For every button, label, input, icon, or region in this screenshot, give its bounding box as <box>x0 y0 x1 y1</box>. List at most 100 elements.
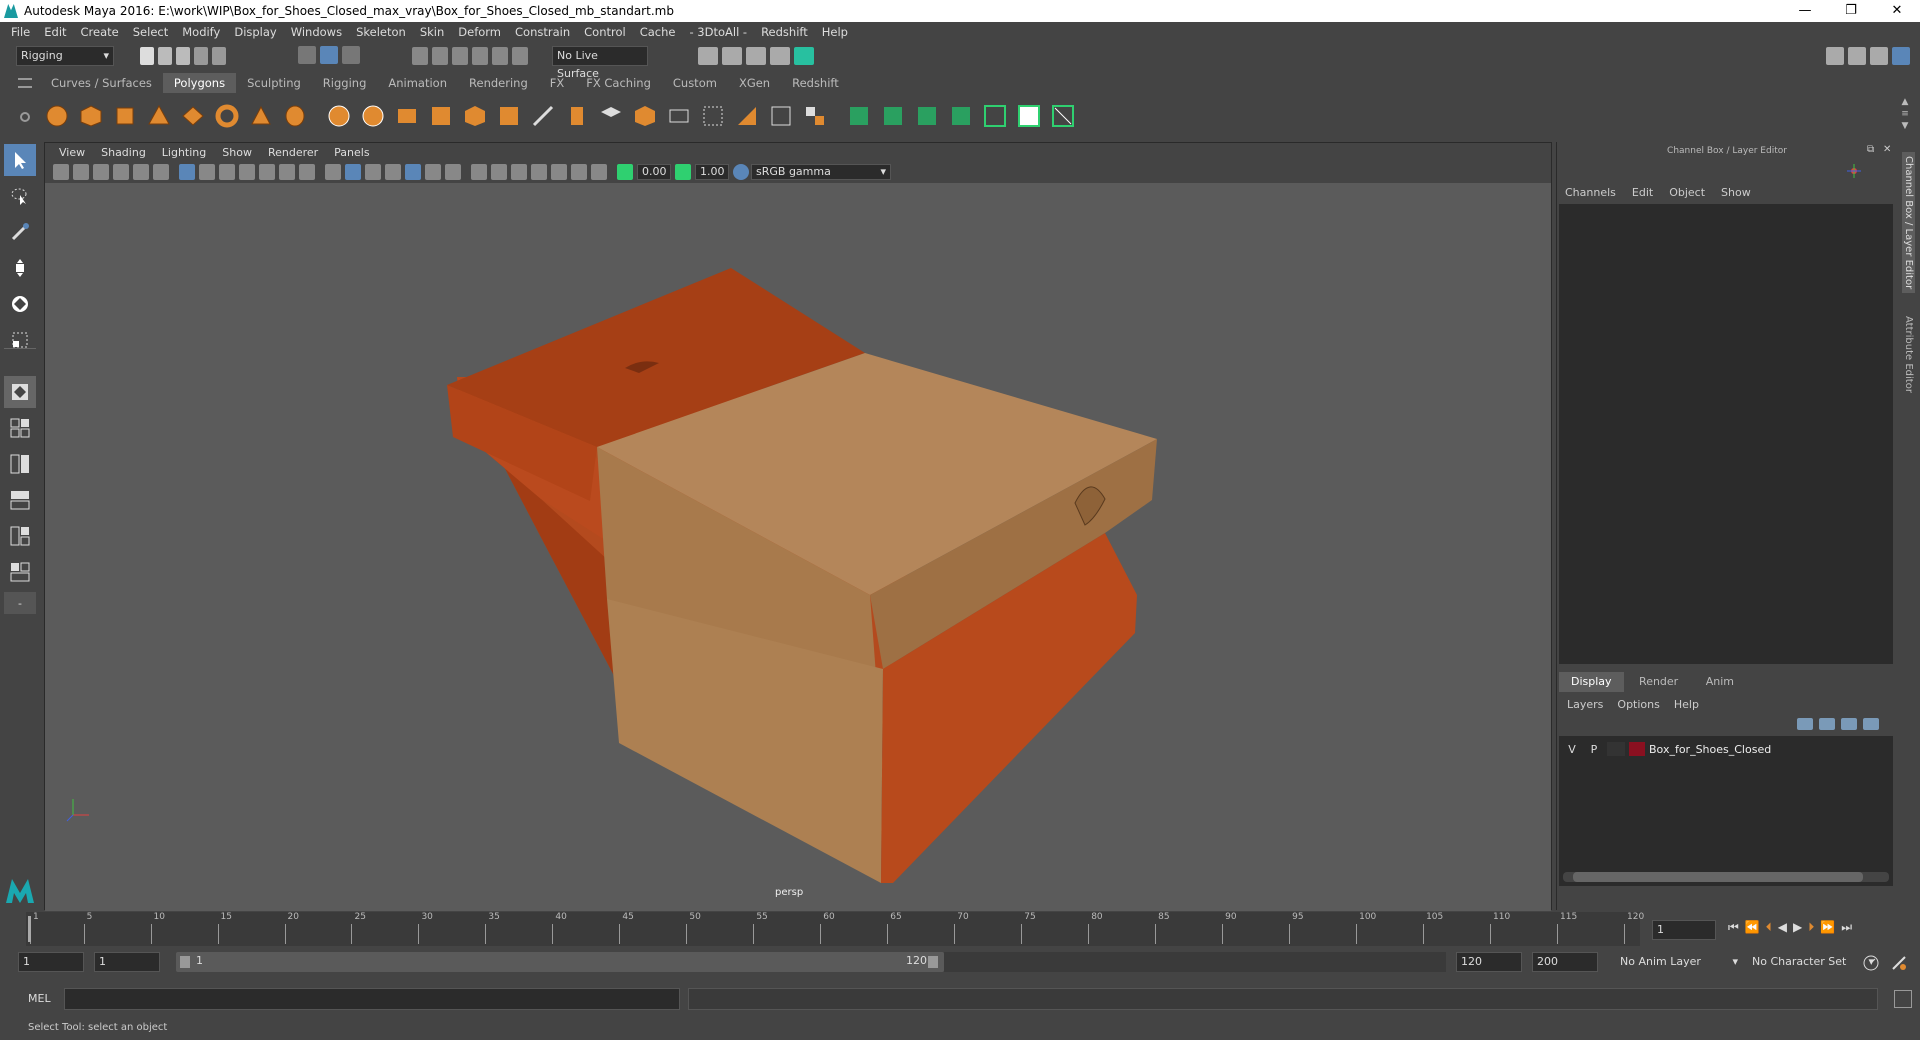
use-all-lights-icon[interactable] <box>405 164 421 180</box>
go-to-start-icon[interactable]: ⏮ <box>1728 920 1739 935</box>
viewport-menu-show[interactable]: Show <box>214 146 260 159</box>
persp-graph-layout-icon[interactable] <box>4 484 36 516</box>
wedge-icon[interactable] <box>766 101 796 131</box>
xray-active-icon[interactable] <box>591 164 607 180</box>
select-object-icon[interactable] <box>320 46 338 64</box>
step-back-frame-icon[interactable]: ⏴ <box>1766 920 1772 935</box>
uv-unfold-icon[interactable] <box>980 101 1010 131</box>
menu-help[interactable]: Help <box>815 25 855 39</box>
step-back-key-icon[interactable]: ⏪ <box>1745 920 1760 935</box>
shelf-tab-rigging[interactable]: Rigging <box>312 73 378 93</box>
menu-windows[interactable]: Windows <box>284 25 349 39</box>
help-menu[interactable]: Help <box>1674 698 1699 711</box>
select-hierarchy-icon[interactable] <box>298 46 316 64</box>
shelf-scroll-arrows[interactable]: ▲ ≡ ▼ <box>1898 96 1912 136</box>
character-set-dropdown[interactable]: No Character Set ▾ <box>1748 952 1878 972</box>
xray-joints-icon[interactable] <box>571 164 587 180</box>
poly-plane-icon[interactable] <box>178 101 208 131</box>
layer-list-scrollbar[interactable] <box>1563 872 1889 882</box>
lasso-tool-icon[interactable] <box>4 180 36 212</box>
poly-pipe-icon[interactable] <box>280 101 310 131</box>
viewport-menu-shading[interactable]: Shading <box>93 146 154 159</box>
layer-visibility-toggle[interactable]: V <box>1563 743 1581 756</box>
layers-menu[interactable]: Layers <box>1567 698 1603 711</box>
options-menu[interactable]: Options <box>1617 698 1659 711</box>
menu-edit[interactable]: Edit <box>37 25 73 39</box>
outliner-persp-layout-icon[interactable] <box>4 556 36 588</box>
isolate-select-icon[interactable] <box>531 164 547 180</box>
wireframe-icon[interactable] <box>325 164 341 180</box>
safe-action-icon[interactable] <box>279 164 295 180</box>
snap-grid-icon[interactable] <box>412 47 428 65</box>
target-weld-icon[interactable] <box>630 101 660 131</box>
bookmark-icon[interactable] <box>93 164 109 180</box>
poly-cube-icon[interactable] <box>76 101 106 131</box>
current-time-marker[interactable] <box>28 916 31 942</box>
exposure-icon[interactable] <box>617 164 633 180</box>
new-layer-from-selected-icon[interactable] <box>1863 718 1879 730</box>
move-layer-down-icon[interactable] <box>1819 718 1835 730</box>
menu-modify[interactable]: Modify <box>175 25 227 39</box>
snap-curve-icon[interactable] <box>432 47 448 65</box>
ipr-render-icon[interactable] <box>722 47 742 65</box>
command-language-label[interactable]: MEL <box>28 992 51 1005</box>
uv-checker-icon[interactable] <box>1014 101 1044 131</box>
snap-magnet-icon[interactable] <box>512 47 528 65</box>
edit-menu[interactable]: Edit <box>1632 186 1653 199</box>
uv-cylindrical-icon[interactable] <box>878 101 908 131</box>
layer-playback-toggle[interactable]: P <box>1585 743 1603 756</box>
move-layer-up-icon[interactable] <box>1797 718 1813 730</box>
menu-select[interactable]: Select <box>126 25 175 39</box>
layer-tab-anim[interactable]: Anim <box>1694 672 1746 692</box>
depth-of-field-icon[interactable] <box>511 164 527 180</box>
playback-end-field[interactable]: 120 <box>1456 952 1522 972</box>
uv-automatic-icon[interactable] <box>946 101 976 131</box>
command-input[interactable] <box>64 988 680 1010</box>
viewport-menu-lighting[interactable]: Lighting <box>154 146 214 159</box>
poly-torus-icon[interactable] <box>212 101 242 131</box>
resolution-gate-icon[interactable] <box>219 164 235 180</box>
layer-name[interactable]: Box_for_Shoes_Closed <box>1649 743 1771 756</box>
hypershade-icon[interactable] <box>770 47 790 65</box>
menu-skin[interactable]: Skin <box>413 25 451 39</box>
custom-layout-button[interactable]: - <box>4 592 36 614</box>
snap-live-icon[interactable] <box>492 47 508 65</box>
end-time-field[interactable]: 200 <box>1532 952 1598 972</box>
shelf-tab-custom[interactable]: Custom <box>662 73 728 93</box>
workspace-icon[interactable] <box>1826 47 1844 65</box>
poly-cone-icon[interactable] <box>144 101 174 131</box>
gamma-icon[interactable] <box>675 164 691 180</box>
anim-layer-dropdown[interactable]: No Anim Layer ▾ <box>1616 952 1742 972</box>
poke-icon[interactable] <box>732 101 762 131</box>
undo-icon[interactable] <box>194 47 208 65</box>
channel-box-status-icon[interactable] <box>1847 164 1861 178</box>
time-ruler[interactable]: 1 5 10 15 20 25 30 35 40 45 50 55 60 65 70 75 80 85 90 95 10… <box>26 912 1644 946</box>
shelf-tab-curves-surfaces[interactable]: Curves / Surfaces <box>40 73 163 93</box>
shadows-icon[interactable] <box>425 164 441 180</box>
select-component-icon[interactable] <box>342 46 360 64</box>
step-forward-frame-icon[interactable]: ⏵ <box>1808 920 1814 935</box>
side-tab-attribute-editor[interactable]: Attribute Editor <box>1902 312 1915 397</box>
screen-space-ao-icon[interactable] <box>445 164 461 180</box>
select-camera-icon[interactable] <box>53 164 69 180</box>
uv-planar-icon[interactable] <box>844 101 874 131</box>
start-time-field[interactable]: 1 <box>18 952 84 972</box>
shelf-tab-fx-caching[interactable]: FX Caching <box>575 73 662 93</box>
bevel-icon[interactable] <box>528 101 558 131</box>
viewport-canvas[interactable]: persp <box>45 183 1551 911</box>
append-polygon-icon[interactable] <box>562 101 592 131</box>
close-button[interactable]: ✕ <box>1874 0 1920 22</box>
colorspace-dropdown[interactable]: sRGB gamma ▾ <box>751 164 891 180</box>
open-scene-icon[interactable] <box>158 47 172 65</box>
save-scene-icon[interactable] <box>176 47 190 65</box>
field-chart-icon[interactable] <box>259 164 275 180</box>
scale-tool-icon[interactable] <box>4 324 36 356</box>
time-slider[interactable]: 1 5 10 15 20 25 30 35 40 45 50 55 60 65 70 75 80 85 90 95 10… <box>0 912 1920 946</box>
script-editor-icon[interactable] <box>1894 990 1912 1008</box>
poly-sphere-icon[interactable] <box>42 101 72 131</box>
snap-point-icon[interactable] <box>452 47 468 65</box>
single-perspective-view-icon[interactable] <box>4 376 36 408</box>
auto-key-icon[interactable] <box>1862 954 1880 972</box>
shelf-options-icon[interactable] <box>20 112 30 122</box>
toggle-channel-box-icon[interactable] <box>1892 47 1910 65</box>
